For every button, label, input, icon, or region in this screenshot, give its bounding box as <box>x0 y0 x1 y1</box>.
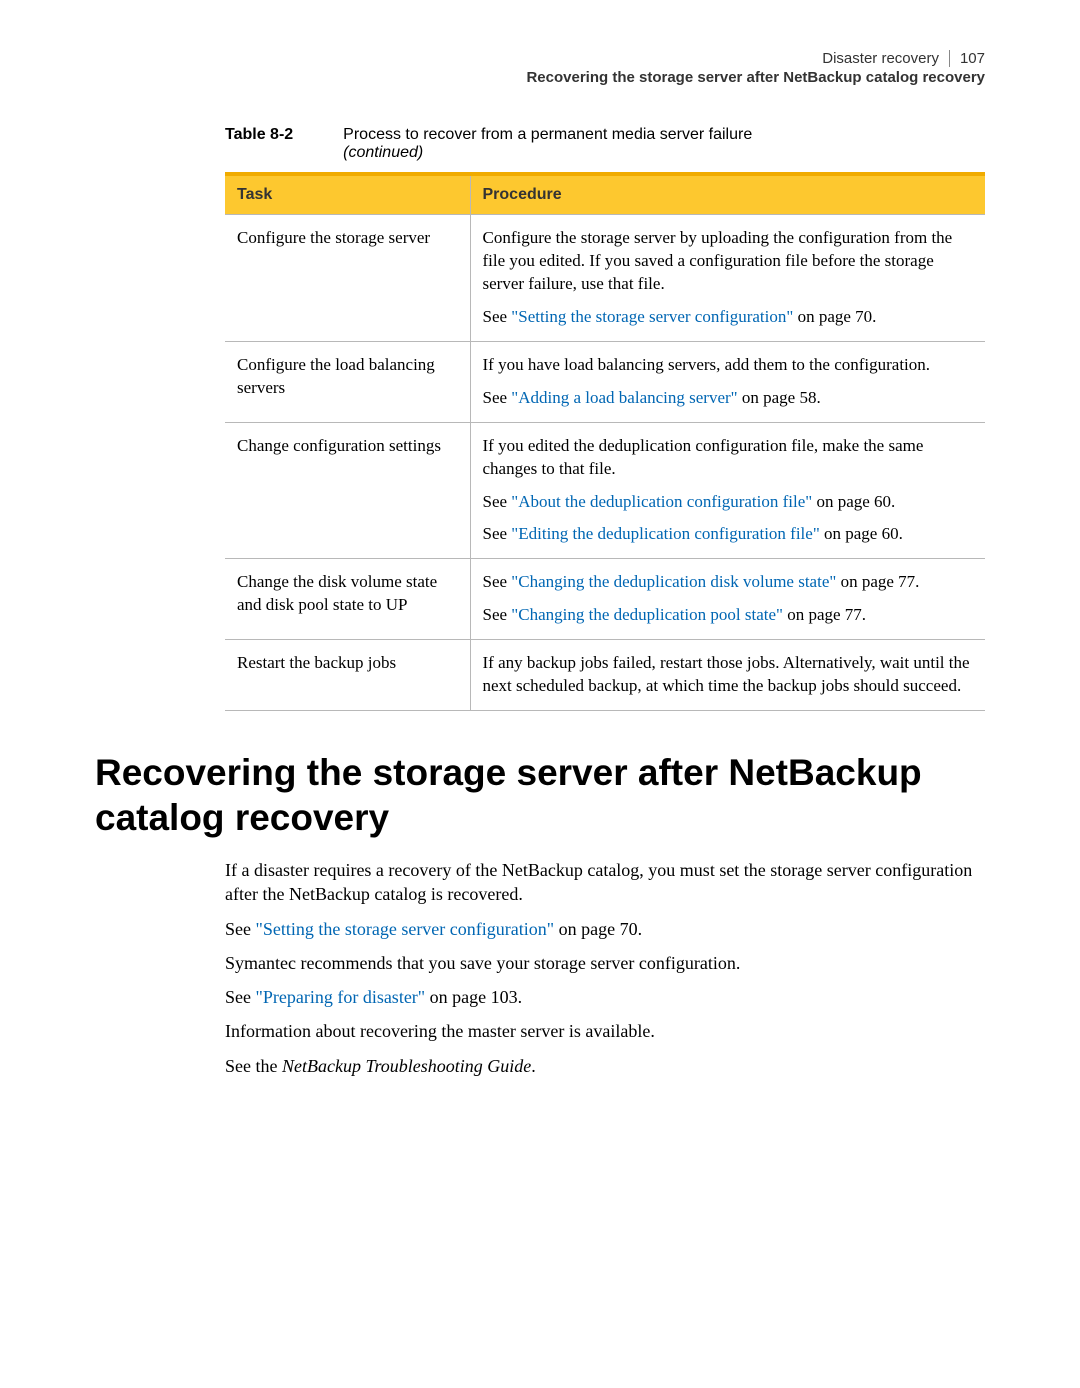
procedure-cell: See "Changing the deduplication disk vol… <box>470 559 985 640</box>
xref-link[interactable]: "About the deduplication configuration f… <box>511 492 812 511</box>
xref-link[interactable]: "Adding a load balancing server" <box>511 388 737 407</box>
table-row: Change the disk volume state and disk po… <box>225 559 985 640</box>
body-paragraph: Symantec recommends that you save your s… <box>225 951 985 975</box>
header-chapter: Disaster recovery <box>822 50 950 67</box>
procedure-xref: See "Setting the storage server configur… <box>483 306 974 329</box>
table-caption-title: Process to recover from a permanent medi… <box>343 126 752 162</box>
table-row: Configure the load balancing servers If … <box>225 341 985 422</box>
table-caption-number: Table 8-2 <box>225 126 293 144</box>
xref-link[interactable]: "Setting the storage server configuratio… <box>256 919 555 939</box>
header-page-number: 107 <box>960 50 985 67</box>
procedure-text: Configure the storage server by uploadin… <box>483 227 974 296</box>
body-xref: See "Preparing for disaster" on page 103… <box>225 985 985 1009</box>
table-caption-text: Process to recover from a permanent medi… <box>343 126 752 143</box>
body-paragraph: See the NetBackup Troubleshooting Guide. <box>225 1054 985 1078</box>
col-header-procedure: Procedure <box>470 174 985 215</box>
section-heading: Recovering the storage server after NetB… <box>95 751 985 840</box>
procedure-xref: See "Editing the deduplication configura… <box>483 523 974 546</box>
task-cell: Restart the backup jobs <box>225 640 470 711</box>
procedure-cell: If you have load balancing servers, add … <box>470 341 985 422</box>
procedure-xref: See "About the deduplication configurati… <box>483 491 974 514</box>
procedure-xref: See "Adding a load balancing server" on … <box>483 387 974 410</box>
procedure-xref: See "Changing the deduplication disk vol… <box>483 571 974 594</box>
table-row: Change configuration settings If you edi… <box>225 422 985 559</box>
procedure-table: Task Procedure Configure the storage ser… <box>225 172 985 711</box>
procedure-text: If any backup jobs failed, restart those… <box>483 652 974 698</box>
procedure-cell: If you edited the deduplication configur… <box>470 422 985 559</box>
task-cell: Configure the storage server <box>225 215 470 342</box>
procedure-cell: Configure the storage server by uploadin… <box>470 215 985 342</box>
col-header-task: Task <box>225 174 470 215</box>
xref-link[interactable]: "Changing the deduplication pool state" <box>511 605 783 624</box>
xref-link[interactable]: "Preparing for disaster" <box>256 987 426 1007</box>
page-header: Disaster recovery 107 Recovering the sto… <box>95 50 985 86</box>
body-xref: See "Setting the storage server configur… <box>225 917 985 941</box>
header-section: Recovering the storage server after NetB… <box>95 69 985 86</box>
body-content: If a disaster requires a recovery of the… <box>225 858 985 1078</box>
body-paragraph: If a disaster requires a recovery of the… <box>225 858 985 907</box>
table-caption: Table 8-2 Process to recover from a perm… <box>225 126 985 162</box>
procedure-text: If you edited the deduplication configur… <box>483 435 974 481</box>
table-row: Restart the backup jobs If any backup jo… <box>225 640 985 711</box>
book-title: NetBackup Troubleshooting Guide <box>282 1056 531 1076</box>
procedure-xref: See "Changing the deduplication pool sta… <box>483 604 974 627</box>
task-cell: Change configuration settings <box>225 422 470 559</box>
task-cell: Configure the load balancing servers <box>225 341 470 422</box>
task-cell: Change the disk volume state and disk po… <box>225 559 470 640</box>
procedure-text: If you have load balancing servers, add … <box>483 354 974 377</box>
body-paragraph: Information about recovering the master … <box>225 1019 985 1043</box>
page: Disaster recovery 107 Recovering the sto… <box>0 0 1080 1138</box>
xref-link[interactable]: "Editing the deduplication configuration… <box>511 524 819 543</box>
xref-link[interactable]: "Setting the storage server configuratio… <box>511 307 793 326</box>
procedure-cell: If any backup jobs failed, restart those… <box>470 640 985 711</box>
table-caption-continued: (continued) <box>343 144 423 161</box>
table-row: Configure the storage server Configure t… <box>225 215 985 342</box>
xref-link[interactable]: "Changing the deduplication disk volume … <box>511 572 836 591</box>
header-top-line: Disaster recovery 107 <box>95 50 985 67</box>
